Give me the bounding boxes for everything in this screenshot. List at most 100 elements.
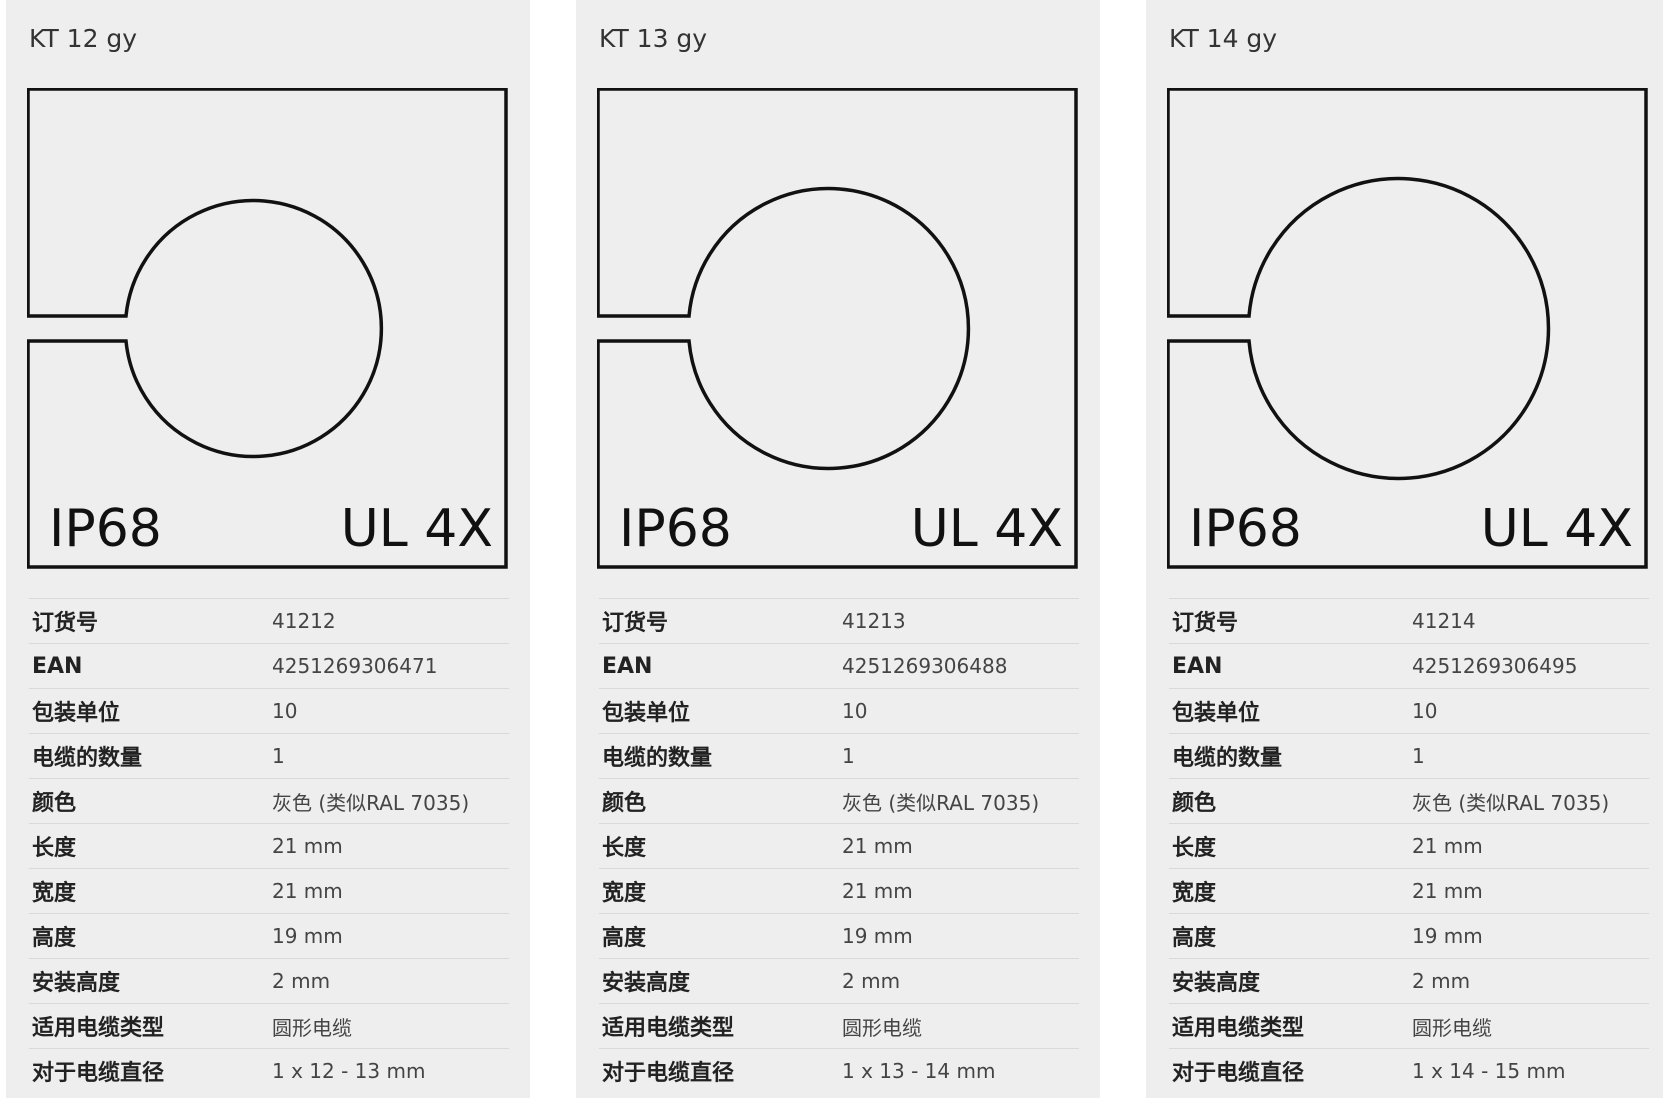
spec-label-order-number: 订货号	[1172, 611, 1239, 636]
spec-value-length: 21 mm	[1412, 834, 1483, 858]
spec-value-cable-count: 1	[272, 744, 285, 768]
spec-label-order-number: 订货号	[602, 611, 669, 636]
spec-row: 包装单位 10	[29, 688, 509, 734]
spec-row: 高度 19 mm	[29, 913, 509, 959]
spec-row: 长度 21 mm	[599, 823, 1079, 869]
spec-row: 安装高度 2 mm	[1169, 958, 1649, 1004]
spec-row: 电缆的数量 1	[1169, 733, 1649, 779]
ul-rating-label: UL 4X	[1481, 499, 1633, 559]
product-card-kt-12-gy: KT 12 gy IP68 UL 4X 订货号 41212 EAN 42512693…	[6, 0, 530, 1098]
spec-row: 订货号 41214	[1169, 598, 1649, 644]
spec-label-cable-diameter: 对于电缆直径	[32, 1061, 165, 1087]
ip-rating-label: IP68	[619, 499, 732, 559]
spec-label-color: 颜色	[602, 791, 647, 816]
cable-grommet-diagram: IP68 UL 4X	[1167, 88, 1649, 570]
spec-label-cable-type: 适用电缆类型	[32, 1016, 165, 1041]
spec-label-length: 长度	[1172, 836, 1217, 861]
spec-value-ean: 4251269306495	[1412, 654, 1578, 678]
spec-value-cable-diameter: 1 x 13 - 14 mm	[842, 1059, 996, 1084]
spec-table: 订货号 41213 EAN 4251269306488 包装单位 10 电缆的数量 1 …	[599, 598, 1079, 1094]
grommet-outline	[1167, 88, 1648, 569]
spec-value-cable-count: 1	[842, 744, 855, 768]
spec-row: 适用电缆类型 圆形电缆	[599, 1003, 1079, 1049]
product-card-kt-13-gy: KT 13 gy IP68 UL 4X 订货号 41213 EAN 42512693…	[576, 0, 1100, 1098]
ul-rating-label: UL 4X	[341, 499, 493, 559]
ip-rating-label: IP68	[1189, 499, 1302, 559]
spec-row: 对于电缆直径 1 x 14 - 15 mm	[1169, 1048, 1649, 1094]
spec-row: 电缆的数量 1	[599, 733, 1079, 779]
spec-label-mounting-height: 安装高度	[32, 971, 121, 996]
spec-label-ean: EAN	[1172, 653, 1223, 679]
spec-value-height: 19 mm	[272, 924, 343, 948]
spec-value-cable-type: 圆形电缆	[1412, 1015, 1492, 1040]
cable-grommet-diagram: IP68 UL 4X	[27, 88, 509, 570]
spec-row: 电缆的数量 1	[29, 733, 509, 779]
ul-rating-label: UL 4X	[911, 499, 1063, 559]
spec-value-order-number: 41212	[272, 609, 336, 633]
spec-row: 长度 21 mm	[29, 823, 509, 869]
product-title: KT 13 gy	[599, 24, 708, 53]
spec-row: 高度 19 mm	[1169, 913, 1649, 959]
spec-label-ean: EAN	[602, 653, 653, 679]
spec-row: 宽度 21 mm	[29, 868, 509, 914]
spec-row: EAN 4251269306488	[599, 643, 1079, 689]
spec-value-color: 灰色 (类似RAL 7035)	[842, 790, 1040, 815]
spec-value-cable-diameter: 1 x 12 - 13 mm	[272, 1059, 426, 1084]
spec-row: 宽度 21 mm	[1169, 868, 1649, 914]
cable-grommet-diagram: IP68 UL 4X	[597, 88, 1079, 570]
spec-value-order-number: 41214	[1412, 609, 1476, 633]
spec-row: 对于电缆直径 1 x 12 - 13 mm	[29, 1048, 509, 1094]
spec-label-mounting-height: 安装高度	[602, 971, 691, 996]
spec-label-cable-count: 电缆的数量	[1172, 746, 1283, 771]
spec-table: 订货号 41214 EAN 4251269306495 包装单位 10 电缆的数量 1 …	[1169, 598, 1649, 1094]
grommet-outline	[27, 88, 508, 569]
spec-value-cable-type: 圆形电缆	[272, 1015, 352, 1040]
spec-label-pack-unit: 包装单位	[32, 701, 121, 726]
spec-value-mounting-height: 2 mm	[1412, 969, 1471, 993]
product-title: KT 12 gy	[29, 24, 138, 53]
product-title: KT 14 gy	[1169, 24, 1278, 53]
spec-label-height: 高度	[602, 926, 647, 951]
spec-value-width: 21 mm	[1412, 879, 1483, 903]
spec-value-color: 灰色 (类似RAL 7035)	[272, 790, 470, 815]
spec-value-mounting-height: 2 mm	[842, 969, 901, 993]
spec-value-height: 19 mm	[1412, 924, 1483, 948]
spec-value-color: 灰色 (类似RAL 7035)	[1412, 790, 1610, 815]
spec-label-cable-type: 适用电缆类型	[1172, 1016, 1305, 1041]
spec-row: 安装高度 2 mm	[599, 958, 1079, 1004]
spec-row: 安装高度 2 mm	[29, 958, 509, 1004]
spec-value-length: 21 mm	[272, 834, 343, 858]
spec-row: 适用电缆类型 圆形电缆	[29, 1003, 509, 1049]
spec-row: 长度 21 mm	[1169, 823, 1649, 869]
spec-row: 高度 19 mm	[599, 913, 1079, 959]
spec-row: 包装单位 10	[1169, 688, 1649, 734]
spec-label-cable-count: 电缆的数量	[602, 746, 713, 771]
spec-row: 订货号 41212	[29, 598, 509, 644]
spec-row: 宽度 21 mm	[599, 868, 1079, 914]
spec-label-width: 宽度	[32, 881, 77, 906]
spec-value-width: 21 mm	[272, 879, 343, 903]
spec-value-cable-diameter: 1 x 14 - 15 mm	[1412, 1059, 1566, 1084]
spec-label-color: 颜色	[32, 791, 77, 816]
spec-label-pack-unit: 包装单位	[602, 701, 691, 726]
ip-rating-label: IP68	[49, 499, 162, 559]
spec-value-mounting-height: 2 mm	[272, 969, 331, 993]
spec-label-cable-diameter: 对于电缆直径	[1172, 1061, 1305, 1087]
spec-label-pack-unit: 包装单位	[1172, 701, 1261, 726]
spec-value-ean: 4251269306488	[842, 654, 1008, 678]
spec-row: 适用电缆类型 圆形电缆	[1169, 1003, 1649, 1049]
spec-value-pack-unit: 10	[842, 699, 868, 723]
spec-value-length: 21 mm	[842, 834, 913, 858]
grommet-outline-svg: IP68 UL 4X	[1167, 88, 1648, 569]
grommet-outline-svg: IP68 UL 4X	[597, 88, 1078, 569]
grommet-outline-svg: IP68 UL 4X	[27, 88, 508, 569]
spec-value-ean: 4251269306471	[272, 654, 438, 678]
spec-table: 订货号 41212 EAN 4251269306471 包装单位 10 电缆的数量 1 …	[29, 598, 509, 1094]
spec-value-order-number: 41213	[842, 609, 906, 633]
spec-label-length: 长度	[602, 836, 647, 861]
spec-row: EAN 4251269306495	[1169, 643, 1649, 689]
spec-row: 颜色 灰色 (类似RAL 7035)	[29, 778, 509, 824]
spec-value-pack-unit: 10	[1412, 699, 1438, 723]
spec-label-ean: EAN	[32, 653, 83, 679]
spec-label-cable-count: 电缆的数量	[32, 746, 143, 771]
